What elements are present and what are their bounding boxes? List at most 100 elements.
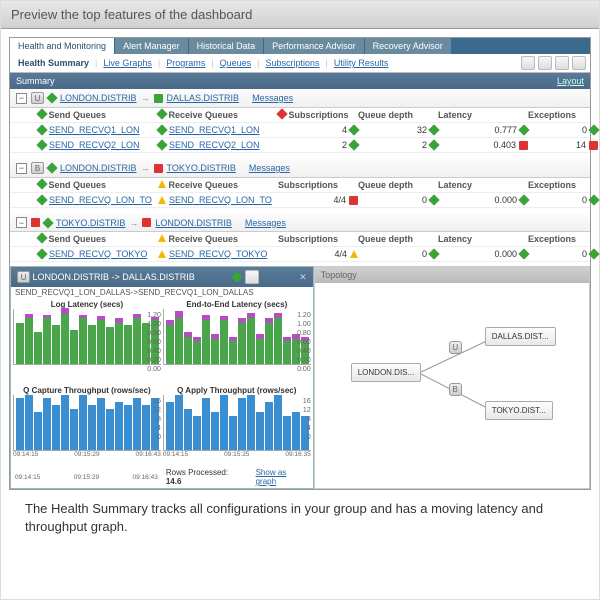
settings-icon[interactable] [572,56,586,70]
chart-bars [13,309,161,365]
subtab-live-graphs[interactable]: Live Graphs [99,58,156,68]
page-header: Preview the top features of the dashboar… [1,1,599,29]
tab-performance-advisor[interactable]: Performance Advisor [264,38,365,54]
group-source-link[interactable]: TOKYO.DISTRIB [56,218,125,228]
collapse-icon[interactable]: − [16,93,27,104]
recv-queue-link[interactable]: SEND_RECVQ_TOKYO [169,249,267,259]
group-header[interactable]: − TOKYO.DISTRIB → LONDON.DISTRIB Message… [10,214,590,232]
latency-value: 0.000 [494,249,517,259]
close-icon[interactable]: ✕ [297,272,307,283]
status-square-icon [142,218,151,227]
table-row: SEND_RECVQ2_LON SEND_RECVQ2_LON 2 2 0.40… [10,138,590,153]
chart-title: Q Apply Throughput (rows/sec) [163,386,311,395]
group-dest-link[interactable]: TOKYO.DISTRIB [167,163,236,173]
sub-tabs: Health Summary | Live Graphs | Programs … [10,54,590,73]
table-row: SEND_RECVQ1_LON SEND_RECVQ1_LON 4 32 0.7… [10,123,590,138]
status-icon [231,271,242,282]
warning-icon [158,180,166,188]
caption: The Health Summary tracks all configurat… [9,490,591,546]
subtab-programs[interactable]: Programs [162,58,209,68]
chart: Q Capture Throughput (rows/sec) 1612840 … [13,386,161,462]
topology-node-dallas[interactable]: DALLAS.DIST... [485,327,556,346]
topology-canvas[interactable]: LONDON.DIS... DALLAS.DIST... TOKYO.DIST.… [315,283,589,488]
group-header[interactable]: − B LONDON.DISTRIB → TOKYO.DISTRIB Messa… [10,159,590,178]
depth-value: 0 [422,195,427,205]
group-source-link[interactable]: LONDON.DISTRIB [60,93,137,103]
layout-link[interactable]: Layout [557,76,584,86]
status-square-icon [31,218,40,227]
send-queue-link[interactable]: SEND_RECVQ2_LON [49,140,140,150]
chart-title: Q Capture Throughput (rows/sec) [13,386,161,395]
x-axis: 09:14:1509:15:2909:16:43 [15,474,158,481]
main-tabs: Health and Monitoring Alert Manager Hist… [10,38,590,54]
recv-queue-link[interactable]: SEND_RECVQ2_LON [169,140,260,150]
arrow-icon: → [129,218,138,228]
chart-crumb: SEND_RECVQ1_LON_DALLAS->SEND_RECVQ1_LON_… [11,287,313,298]
status-icon [42,217,53,228]
send-queue-link[interactable]: SEND_RECVQ1_LON [49,125,140,135]
depth-value: 2 [422,140,427,150]
refresh-icon[interactable] [521,56,535,70]
subs-value: 2 [342,140,347,150]
subtab-subscriptions[interactable]: Subscriptions [261,58,323,68]
status-icon [46,92,57,103]
topology-badge-b[interactable]: B [449,383,462,396]
status-icon [46,162,57,173]
exc-value: 0 [582,125,587,135]
exc-value: 14 [576,140,586,150]
subtab-utility-results[interactable]: Utility Results [330,58,393,68]
recv-queue-link[interactable]: SEND_RECVQ1_LON [169,125,260,135]
status-icon [36,178,47,189]
chart-title: End-to-End Latency (secs) [163,300,311,309]
status-icon [156,108,167,119]
tab-historical-data[interactable]: Historical Data [189,38,265,54]
recv-queue-link[interactable]: SEND_RECVQ_LON_TO [169,195,272,205]
send-queue-link[interactable]: SEND_RECVQ_TOKYO [49,249,147,259]
exc-value: 0 [582,195,587,205]
depth-value: 32 [417,125,427,135]
tab-health-monitoring[interactable]: Health and Monitoring [10,38,115,54]
tab-alert-manager[interactable]: Alert Manager [115,38,189,54]
chart-bars [163,309,311,365]
subs-value: 4/4 [334,249,347,259]
warning-icon [158,234,166,242]
expand-icon[interactable] [555,56,569,70]
status-square-icon [154,164,163,173]
latency-value: 0.777 [494,125,517,135]
group-header[interactable]: − U LONDON.DISTRIB → DALLAS.DISTRIB Mess… [10,89,590,108]
chart: End-to-End Latency (secs) 1.201.000.800.… [163,300,311,384]
messages-link[interactable]: Messages [245,218,286,228]
group-badge: U [31,92,44,104]
chart-panel-title: LONDON.DISTRIB -> DALLAS.DISTRIB [33,272,195,282]
messages-link[interactable]: Messages [249,163,290,173]
topology-node-london[interactable]: LONDON.DIS... [351,363,421,382]
rows-processed-label: Rows Processed: 14.6 [166,468,246,486]
status-icon [36,232,47,243]
collapse-icon[interactable]: − [16,217,27,228]
latency-value: 0.403 [493,140,516,150]
summary-header: Summary Layout [10,73,590,89]
topology-node-tokyo[interactable]: TOKYO.DIST... [485,401,553,420]
subtab-queues[interactable]: Queues [216,58,256,68]
collapse-icon[interactable]: − [16,163,27,174]
tab-recovery-advisor[interactable]: Recovery Advisor [365,38,452,54]
columns-header: Send Queues Receive Queues Subscriptions… [10,108,590,123]
table-row: SEND_RECVQ_TOKYO SEND_RECVQ_TOKYO 4/4 0 … [10,247,590,262]
columns-header: Send Queues Receive QueuesSubscriptionsQ… [10,232,590,247]
group-dest-link[interactable]: LONDON.DISTRIB [155,218,232,228]
chart: Q Apply Throughput (rows/sec) 1612840 09… [163,386,311,462]
arrow-icon: → [141,163,150,173]
send-queue-link[interactable]: SEND_RECVQ_LON_TO [49,195,152,205]
table-row: SEND_RECVQ_LON_TO SEND_RECVQ_LON_TO 4/4 … [10,193,590,208]
group-source-link[interactable]: LONDON.DISTRIB [60,163,137,173]
subtab-health-summary[interactable]: Health Summary [14,58,93,68]
group-dest-link[interactable]: DALLAS.DISTRIB [167,93,240,103]
columns-header: Send Queues Receive QueuesSubscriptionsQ… [10,178,590,193]
export-icon[interactable] [538,56,552,70]
chart-bars [163,395,311,451]
topology-badge-u[interactable]: U [449,341,462,354]
chart-tool-icon[interactable] [245,270,259,284]
show-as-graph-link[interactable]: Show as graph [256,468,309,486]
messages-link[interactable]: Messages [252,93,293,103]
panel-badge: U [17,271,30,283]
